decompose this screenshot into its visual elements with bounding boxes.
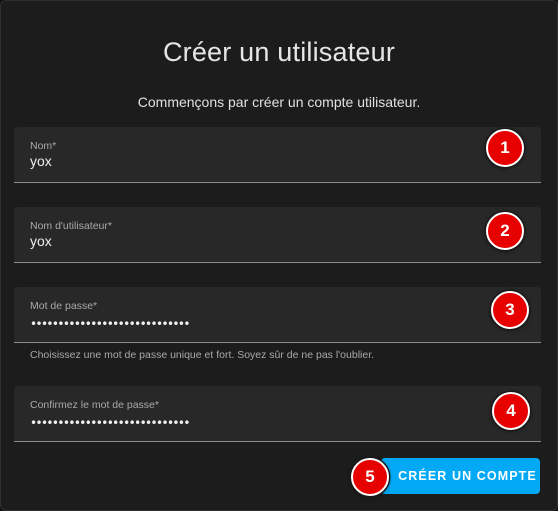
confirm-password-field[interactable]: Confirmez le mot de passe* •••••••••••••…: [14, 386, 541, 442]
dialog-subtitle: Commençons par créer un compte utilisate…: [137, 94, 421, 110]
step-badge-2: 2: [486, 212, 524, 250]
dialog-title: Créer un utilisateur: [162, 37, 396, 67]
step-badge-5: 5: [351, 458, 389, 496]
password-helper-text: Choisissez une mot de passe unique et fo…: [30, 349, 375, 361]
step-badge-4: 4: [492, 392, 530, 430]
create-account-button[interactable]: CRÉER UN COMPTE: [381, 458, 540, 494]
name-field-value[interactable]: yox: [30, 153, 52, 169]
step-badge-1: 1: [486, 129, 524, 167]
username-field[interactable]: Nom d'utilisateur* yox: [14, 207, 541, 263]
username-field-value[interactable]: yox: [30, 233, 52, 249]
name-field-label: Nom*: [30, 140, 57, 152]
name-field[interactable]: Nom* yox: [14, 127, 541, 183]
password-field-value[interactable]: •••••••••••••••••••••••••••••: [30, 317, 190, 331]
username-field-label: Nom d'utilisateur*: [30, 220, 112, 232]
password-field-label: Mot de passe*: [30, 300, 98, 312]
confirm-password-field-value[interactable]: •••••••••••••••••••••••••••••: [30, 416, 190, 430]
confirm-password-field-label: Confirmez le mot de passe*: [30, 399, 159, 411]
create-user-dialog: Créer un utilisateur Commençons par crée…: [0, 0, 558, 511]
password-field[interactable]: Mot de passe* ••••••••••••••••••••••••••…: [14, 287, 541, 343]
step-badge-3: 3: [491, 291, 529, 329]
